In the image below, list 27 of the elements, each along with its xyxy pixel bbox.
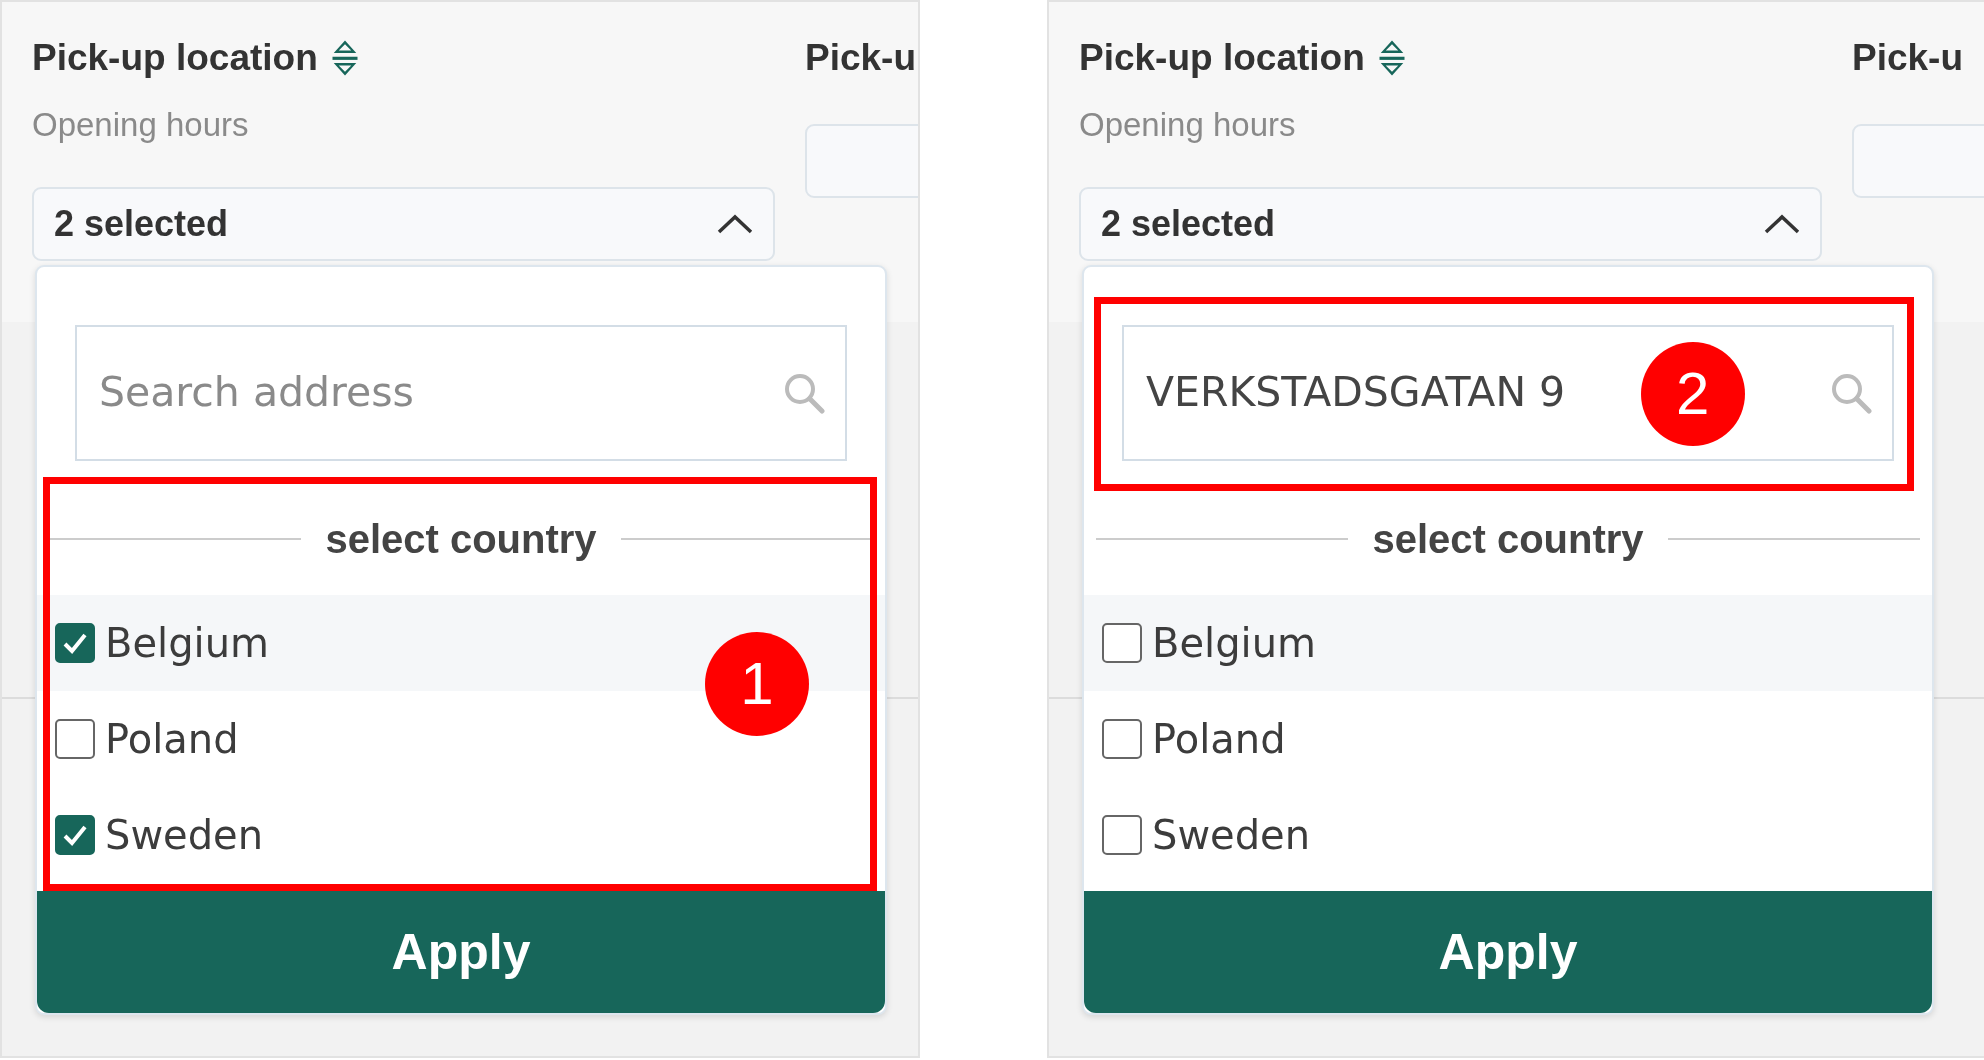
section-label: select country xyxy=(325,516,597,563)
section-label: select country xyxy=(1372,516,1644,563)
column-header[interactable]: Pick-u xyxy=(1852,30,1984,86)
country-label: Belgium xyxy=(1152,619,1316,668)
country-label: Poland xyxy=(1152,715,1286,764)
checkbox[interactable] xyxy=(55,719,95,759)
country-label: Sweden xyxy=(1152,811,1311,860)
apply-button[interactable]: Apply xyxy=(1084,891,1932,1013)
column-subheader: Opening hours xyxy=(32,104,249,145)
country-label: Belgium xyxy=(105,619,269,668)
column-subheader: Opening hours xyxy=(1079,104,1296,145)
checkbox[interactable] xyxy=(1102,719,1142,759)
apply-button[interactable]: Apply xyxy=(37,891,885,1013)
chevron-up-icon xyxy=(1764,213,1800,235)
column-header[interactable]: Pick-up location xyxy=(1079,30,1407,86)
dropdown-toggle[interactable]: 2 selected xyxy=(1079,187,1822,261)
search-field[interactable]: Search address xyxy=(75,325,847,461)
checkbox[interactable] xyxy=(55,815,95,855)
checkbox[interactable] xyxy=(55,623,95,663)
checkbox[interactable] xyxy=(1102,623,1142,663)
country-label: Sweden xyxy=(105,811,264,860)
column-header[interactable]: Pick-up location xyxy=(32,30,360,86)
column-header[interactable]: Pick-u xyxy=(805,30,918,86)
country-label: Poland xyxy=(105,715,239,764)
chevron-up-icon xyxy=(717,213,753,235)
dropdown-toggle[interactable]: 2 selected xyxy=(32,187,775,261)
checkbox[interactable] xyxy=(1102,815,1142,855)
